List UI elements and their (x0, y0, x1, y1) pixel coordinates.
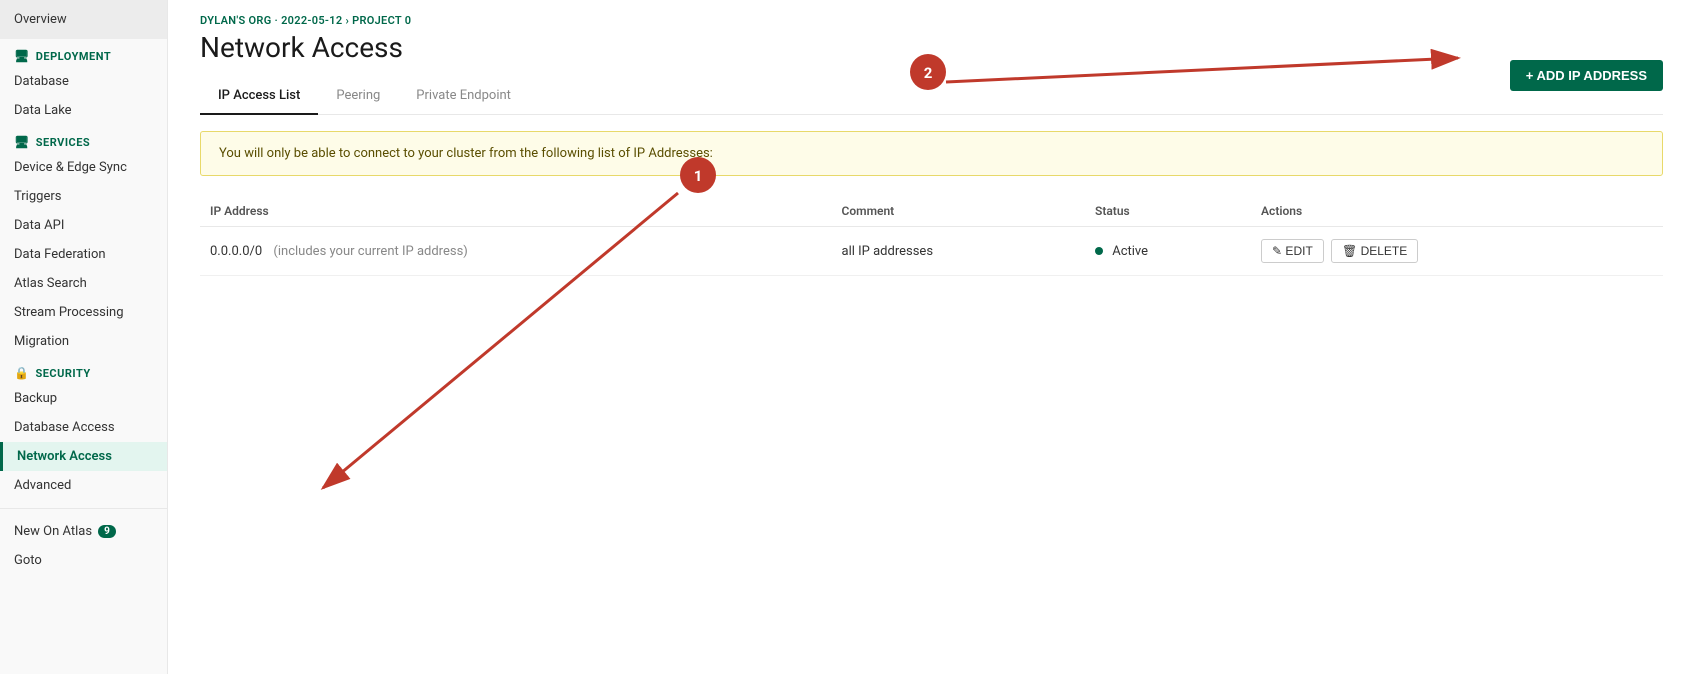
sidebar-item-triggers[interactable]: Triggers (0, 182, 167, 211)
add-ip-address-button[interactable]: + ADD IP ADDRESS (1510, 60, 1663, 91)
cell-comment: all IP addresses (832, 227, 1085, 276)
breadcrumb: DYLAN'S ORG · 2022-05-12 › PROJECT 0 (200, 0, 1663, 31)
edit-button[interactable]: ✎ EDIT (1261, 239, 1324, 263)
security-icon: 🔒 (14, 366, 29, 380)
new-on-atlas-badge: 9 (98, 525, 116, 538)
column-header-ip-address: IP Address (200, 196, 832, 227)
tab-ip-access-list[interactable]: IP Access List (200, 80, 318, 115)
sidebar-item-backup[interactable]: Backup (0, 384, 167, 413)
sidebar-item-overview[interactable]: Overview (0, 0, 167, 39)
ip-access-table: IP Address Comment Status Actions 0.0.0.… (200, 196, 1663, 276)
sidebar-item-data-api[interactable]: Data API (0, 211, 167, 240)
sidebar-item-data-federation[interactable]: Data Federation (0, 240, 167, 269)
sidebar-item-data-lake[interactable]: Data Lake (0, 96, 167, 125)
sidebar-divider (0, 508, 167, 509)
delete-button[interactable]: 🗑 DELETE (1331, 239, 1418, 263)
page-title: Network Access (200, 31, 1663, 64)
tab-peering[interactable]: Peering (318, 80, 398, 115)
column-header-comment: Comment (832, 196, 1085, 227)
cell-actions: ✎ EDIT 🗑 DELETE (1251, 227, 1663, 276)
deployment-icon: 🖥 (14, 49, 30, 63)
sidebar-item-atlas-search[interactable]: Atlas Search (0, 269, 167, 298)
sidebar: Overview 🖥 DEPLOYMENT Database Data Lake… (0, 0, 168, 674)
status-dot (1095, 247, 1103, 255)
column-header-actions: Actions (1251, 196, 1663, 227)
tabs: IP Access List Peering Private Endpoint (200, 80, 1663, 115)
warning-banner: You will only be able to connect to your… (200, 131, 1663, 176)
sidebar-section-services: 🖥 SERVICES (0, 125, 167, 153)
services-icon: 🖥 (14, 135, 30, 149)
tab-private-endpoint[interactable]: Private Endpoint (398, 80, 529, 115)
sidebar-item-migration[interactable]: Migration (0, 327, 167, 356)
table-row: 0.0.0.0/0 (includes your current IP addr… (200, 227, 1663, 276)
sidebar-section-security: 🔒 SECURITY (0, 356, 167, 384)
cell-ip-address: 0.0.0.0/0 (includes your current IP addr… (200, 227, 832, 276)
sidebar-item-advanced[interactable]: Advanced (0, 471, 167, 500)
sidebar-item-database[interactable]: Database (0, 67, 167, 96)
column-header-status: Status (1085, 196, 1251, 227)
sidebar-item-goto[interactable]: Goto (0, 546, 167, 575)
main-content: DYLAN'S ORG · 2022-05-12 › PROJECT 0 Net… (168, 0, 1695, 674)
cell-status: Active (1085, 227, 1251, 276)
sidebar-item-database-access[interactable]: Database Access (0, 413, 167, 442)
sidebar-item-stream-processing[interactable]: Stream Processing (0, 298, 167, 327)
sidebar-item-new-on-atlas[interactable]: New On Atlas 9 (0, 517, 167, 546)
sidebar-item-device-edge-sync[interactable]: Device & Edge Sync (0, 153, 167, 182)
sidebar-item-network-access[interactable]: Network Access (0, 442, 167, 471)
sidebar-section-deployment: 🖥 DEPLOYMENT (0, 39, 167, 67)
